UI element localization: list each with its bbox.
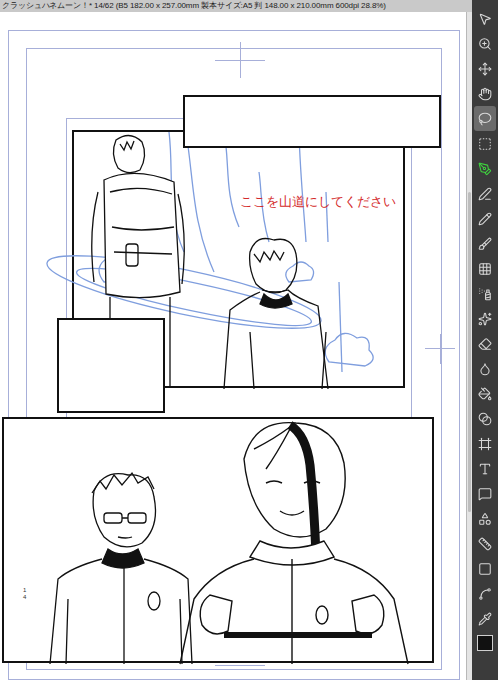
tool-button[interactable] [474,381,496,406]
brush-icon [478,237,492,251]
move-icon [478,62,492,76]
smiling-figure [180,423,408,664]
airbrush-icon [478,287,492,301]
eyedropper-icon [478,612,492,626]
lasso-icon [478,112,492,126]
fill-icon [478,387,492,401]
glasses-boy-figure [50,473,192,664]
caption-box[interactable] [57,318,165,413]
tool-button[interactable] [474,531,496,556]
balloon-box[interactable] [183,95,441,148]
square-icon [478,562,492,576]
tool-button[interactable] [474,6,496,31]
crop-mark [440,334,441,364]
tool-button[interactable] [474,81,496,106]
tool-button[interactable] [474,156,496,181]
color-swatch[interactable] [477,635,493,651]
tool-button[interactable] [474,406,496,431]
pointer-icon [478,12,492,26]
crop-mark [240,42,241,78]
tool-button[interactable] [474,606,496,631]
blend-drop-icon [478,362,492,376]
bottom-panel-art [4,419,435,664]
decoration-icon [478,312,492,326]
tool-button[interactable] [474,281,496,306]
tool-button[interactable] [474,556,496,581]
eraser-icon [478,337,492,351]
tool-button[interactable] [474,206,496,231]
pen-icon [478,162,492,176]
selection-icon [478,137,492,151]
tool-button[interactable] [474,506,496,531]
text-icon [478,462,492,476]
tool-button[interactable] [474,181,496,206]
figure-icon [478,512,492,526]
tool-button[interactable] [474,456,496,481]
frame-icon [478,437,492,451]
tool-button[interactable] [474,106,496,131]
tool-button[interactable] [474,56,496,81]
balloon-icon [478,487,492,501]
bottom-panel[interactable] [2,417,434,663]
tool-button[interactable] [474,356,496,381]
pattern-icon [478,262,492,276]
zoom-icon [478,37,492,51]
tool-button[interactable] [474,231,496,256]
tool-button[interactable] [474,581,496,606]
gradient-icon [478,412,492,426]
canvas-row: ここを山道にしてください 14 [0,12,472,680]
pencil-icon [478,212,492,226]
tool-button[interactable] [474,431,496,456]
tool-button[interactable] [474,306,496,331]
tool-button[interactable] [474,481,496,506]
pen-line-icon [478,187,492,201]
hand-icon [478,87,492,101]
boy-figure [224,239,328,390]
document-title: クラッシュハネムーン！* 14/62 (B5 182.00 x 257.00mm… [0,0,472,12]
scrollbar-thumb[interactable] [468,192,471,512]
crop-mark [215,665,265,666]
page-number: 14 [23,587,29,600]
canvas[interactable]: ここを山道にしてください 14 [0,12,466,680]
tool-palette [472,0,498,680]
annotation-text: ここを山道にしてください [240,194,396,210]
spline-icon [478,587,492,601]
ruler-icon [478,537,492,551]
main-area: クラッシュハネムーン！* 14/62 (B5 182.00 x 257.00mm… [0,0,472,680]
app-window: クラッシュハネムーン！* 14/62 (B5 182.00 x 257.00mm… [0,0,498,680]
tool-button[interactable] [474,31,496,56]
tool-button[interactable] [474,256,496,281]
tool-button[interactable] [474,331,496,356]
tool-button[interactable] [474,131,496,156]
